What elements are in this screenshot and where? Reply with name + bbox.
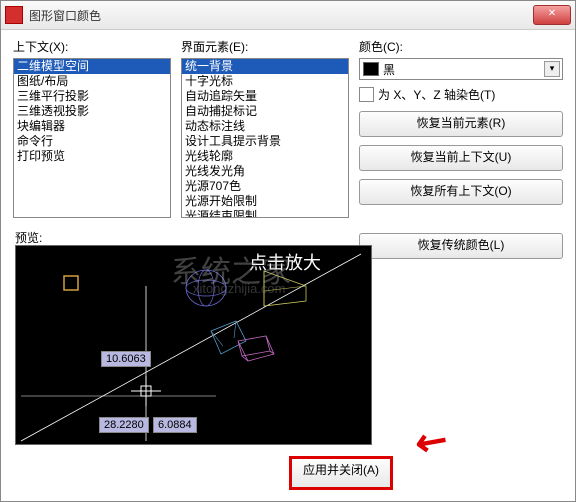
coord-1: 10.6063: [101, 351, 151, 367]
list-item[interactable]: 光线轮廓: [182, 149, 348, 164]
list-item[interactable]: 命令行: [14, 134, 170, 149]
restore-all-button[interactable]: 恢复所有上下文(O): [359, 179, 563, 205]
list-item[interactable]: 打印预览: [14, 149, 170, 164]
preview-pane[interactable]: [15, 245, 372, 445]
apply-close-button[interactable]: 应用并关闭(A): [289, 456, 393, 490]
tint-checkbox-row[interactable]: 为 X、Y、Z 轴染色(T): [359, 86, 563, 103]
list-item[interactable]: 设计工具提示背景: [182, 134, 348, 149]
list-item[interactable]: 自动捕捉标记: [182, 104, 348, 119]
app-icon: [5, 6, 23, 24]
coord-2: 28.2280: [99, 417, 149, 433]
list-item[interactable]: 十字光标: [182, 74, 348, 89]
context-label: 上下文(X):: [13, 38, 171, 55]
chevron-down-icon[interactable]: ▾: [544, 61, 560, 77]
elements-label: 界面元素(E):: [181, 38, 349, 55]
color-dropdown[interactable]: 黑 ▾: [359, 58, 563, 80]
list-item[interactable]: 动态标注线: [182, 119, 348, 134]
list-item[interactable]: 二维模型空间: [14, 59, 170, 74]
restore-context-button[interactable]: 恢复当前上下文(U): [359, 145, 563, 171]
window-title: 图形窗口颜色: [29, 7, 533, 24]
tint-label: 为 X、Y、Z 轴染色(T): [378, 86, 495, 103]
restore-legacy-button[interactable]: 恢复传统颜色(L): [359, 233, 563, 259]
list-item[interactable]: 自动追踪矢量: [182, 89, 348, 104]
titlebar: 图形窗口颜色 ✕: [1, 1, 575, 30]
close-button[interactable]: ✕: [533, 5, 571, 25]
list-item[interactable]: 光源开始限制: [182, 194, 348, 209]
preview-label: 预览:: [15, 229, 42, 246]
color-value: 黑: [383, 61, 395, 78]
arrow-annotation: ↙: [406, 414, 458, 469]
list-item[interactable]: 光源结束限制: [182, 209, 348, 218]
list-item[interactable]: 块编辑器: [14, 119, 170, 134]
checkbox-icon[interactable]: [359, 87, 374, 102]
list-item[interactable]: 三维透视投影: [14, 104, 170, 119]
context-listbox[interactable]: 二维模型空间 图纸/布局 三维平行投影 三维透视投影 块编辑器 命令行 打印预览: [13, 58, 171, 218]
list-item[interactable]: 三维平行投影: [14, 89, 170, 104]
list-item[interactable]: 光源707色: [182, 179, 348, 194]
list-item[interactable]: 光线发光角: [182, 164, 348, 179]
coord-3: 6.0884: [153, 417, 197, 433]
list-item[interactable]: 图纸/布局: [14, 74, 170, 89]
color-swatch: [363, 62, 379, 76]
color-label: 颜色(C):: [359, 38, 563, 55]
restore-element-button[interactable]: 恢复当前元素(R): [359, 111, 563, 137]
elements-listbox[interactable]: 统一背景 十字光标 自动追踪矢量 自动捕捉标记 动态标注线 设计工具提示背景 光…: [181, 58, 349, 218]
list-item[interactable]: 统一背景: [182, 59, 348, 74]
